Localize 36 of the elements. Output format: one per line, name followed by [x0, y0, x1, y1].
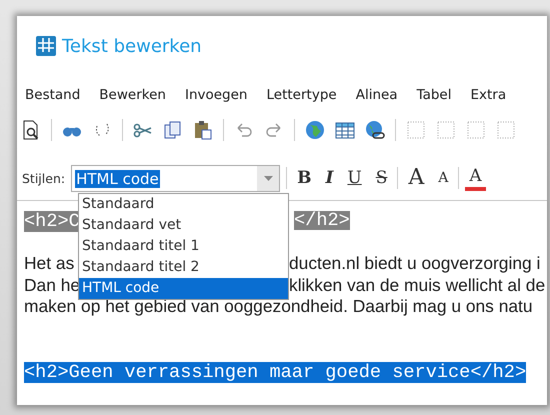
- underline-button[interactable]: U: [343, 167, 366, 189]
- dropdown-option[interactable]: HTML code: [79, 278, 288, 299]
- font-color-button[interactable]: A: [465, 165, 486, 191]
- dotted-frame-icon[interactable]: [406, 120, 426, 140]
- grow-font-button[interactable]: A: [404, 167, 428, 189]
- dotted-frame-icon[interactable]: [466, 120, 486, 140]
- italic-button[interactable]: I: [321, 167, 338, 189]
- dotted-frame-icon[interactable]: [436, 120, 456, 140]
- menu-item[interactable]: Invoegen: [184, 87, 248, 103]
- menu-item[interactable]: Tabel: [416, 87, 452, 103]
- html-code-text: <h2>Geen verrassingen maar goede service</h2>: [24, 362, 526, 383]
- menu-item[interactable]: Alinea: [356, 87, 398, 103]
- bold-button[interactable]: B: [293, 167, 316, 189]
- dotted-frame-icon[interactable]: [496, 120, 516, 140]
- window-title: Tekst bewerken: [62, 36, 202, 56]
- paragraph-text: ducten.nl biedt u oogverzorging i: [289, 253, 540, 274]
- html-code-text: <h2>C: [24, 211, 80, 232]
- styles-label: Stijlen:: [22, 170, 66, 186]
- globe-icon[interactable]: [305, 120, 325, 140]
- paragraph-text: klikken van de muis wellicht al de: [289, 274, 546, 296]
- styles-dropdown[interactable]: HTML code: [71, 164, 280, 192]
- clipboard-icon[interactable]: [193, 120, 213, 140]
- copy-icon[interactable]: [163, 120, 183, 140]
- print-preview-icon[interactable]: [21, 120, 41, 140]
- menu-item[interactable]: Lettertype: [266, 87, 337, 103]
- shrink-font-button[interactable]: A: [434, 167, 452, 189]
- menu-item[interactable]: Bewerken: [99, 87, 166, 103]
- caret-icon: [264, 176, 273, 180]
- strikethrough-button[interactable]: S: [372, 167, 392, 189]
- menu-item[interactable]: Bestand: [25, 87, 80, 103]
- paragraph-text: maken op het gebied van ooggezondheid. Daarbij mag u ons natu: [24, 296, 533, 316]
- grid-icon: [36, 36, 56, 56]
- menu-item[interactable]: Extra: [470, 87, 506, 103]
- paragraph-text: Het as: [24, 253, 74, 274]
- html-code-text: </h2>: [294, 211, 350, 230]
- globe-link-icon[interactable]: [365, 120, 385, 140]
